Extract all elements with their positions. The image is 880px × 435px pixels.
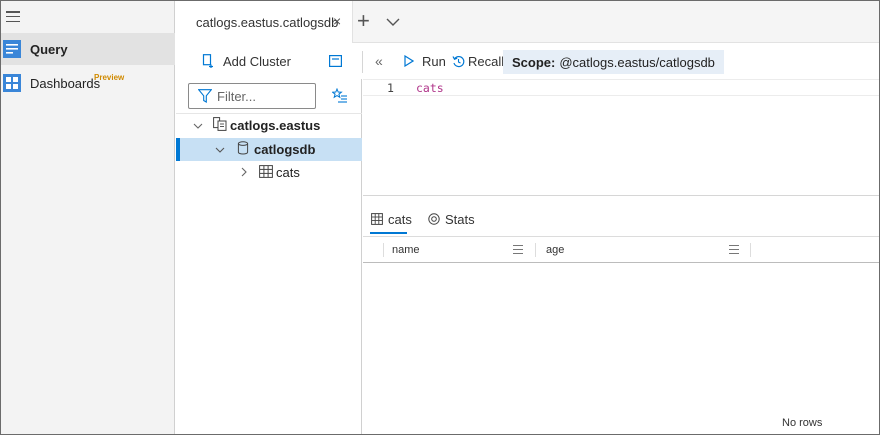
filter-box[interactable] <box>188 83 316 109</box>
column-menu-icon[interactable] <box>729 245 739 254</box>
query-tab-bar: catlogs.eastus.catlogsdb × + <box>176 1 879 43</box>
tree-node-database[interactable]: catlogsdb <box>176 138 362 161</box>
add-tab-icon[interactable]: + <box>357 10 370 32</box>
column-header-age[interactable]: age <box>546 237 564 263</box>
run-icon <box>404 55 414 67</box>
recall-label: Recall <box>468 53 505 69</box>
run-button[interactable]: Run <box>404 43 446 79</box>
column-name-label: name <box>392 244 420 256</box>
table-icon <box>259 165 273 178</box>
nav-label-dashboards: Dashboards <box>30 75 101 91</box>
recall-button[interactable]: Recall <box>452 43 504 79</box>
column-header-name[interactable]: name <box>392 237 420 263</box>
chevron-down-icon[interactable] <box>386 15 400 29</box>
preview-badge: Preview <box>94 73 125 82</box>
column-separator <box>535 243 536 257</box>
dashboards-icon <box>3 74 21 92</box>
collapse-label: « <box>375 53 383 69</box>
query-text[interactable]: cats <box>416 81 444 95</box>
tab-label: catlogs.eastus.catlogsdb <box>196 14 339 30</box>
column-separator <box>383 243 384 257</box>
editor-line: 1 cats <box>363 79 879 96</box>
hamburger-menu-icon[interactable] <box>6 11 20 22</box>
recall-icon <box>452 55 465 67</box>
chevron-down-icon[interactable] <box>193 121 203 131</box>
nav-label-query: Query <box>30 41 68 57</box>
query-icon <box>3 40 21 58</box>
tab-catlogsdb[interactable]: catlogs.eastus.catlogsdb × <box>176 1 353 43</box>
connection-tree-panel: catlogs.eastus catlogsdb cats <box>176 79 362 434</box>
database-label: catlogsdb <box>254 142 316 157</box>
run-label: Run <box>422 53 446 69</box>
cluster-icon <box>213 117 227 131</box>
scope-value: @catlogs.eastus/catlogsdb <box>559 54 715 70</box>
table-icon <box>371 213 383 225</box>
scope-label: Scope: <box>512 54 556 70</box>
cluster-label: catlogs.eastus <box>230 118 321 133</box>
tab-results-stats[interactable]: Stats <box>428 207 475 231</box>
add-cluster-label: Add Cluster <box>223 53 291 69</box>
toolbar-divider <box>362 51 363 73</box>
close-tab-icon[interactable]: × <box>333 14 341 28</box>
tree-node-cluster[interactable]: catlogs.eastus <box>176 114 362 137</box>
add-cluster-button[interactable]: Add Cluster <box>202 43 291 79</box>
collapse-panel-button[interactable]: « <box>375 43 383 79</box>
scope-indicator: Scope: @catlogs.eastus/catlogsdb <box>503 50 724 74</box>
chevron-down-icon[interactable] <box>215 145 225 155</box>
active-tab-indicator <box>370 232 407 234</box>
nav-item-query[interactable]: Query <box>1 33 175 65</box>
tree-node-table[interactable]: cats <box>176 161 362 184</box>
toolbar: Add Cluster « Run Recall Scope: @catlogs… <box>176 43 879 79</box>
results-tab-label: cats <box>388 211 412 227</box>
column-age-label: age <box>546 244 565 256</box>
stats-tab-label: Stats <box>445 211 475 227</box>
table-label: cats <box>276 165 300 180</box>
database-icon <box>237 141 249 155</box>
left-nav: Query Dashboards Preview <box>1 1 175 434</box>
line-number: 1 <box>387 81 394 95</box>
results-panel: cats Stats name age No rows <box>363 197 879 434</box>
stats-icon <box>428 213 440 225</box>
chevron-right-icon[interactable] <box>239 167 249 177</box>
add-cluster-icon <box>202 54 213 68</box>
empty-results-text: No rows <box>782 417 823 429</box>
nav-item-dashboards[interactable]: Dashboards Preview <box>1 67 175 99</box>
column-menu-icon[interactable] <box>513 245 523 254</box>
filter-input[interactable] <box>217 87 312 105</box>
favorites-filter-icon[interactable] <box>332 88 348 104</box>
column-separator <box>750 243 751 257</box>
query-editor[interactable]: 1 cats <box>363 79 879 196</box>
tab-results-cats[interactable]: cats <box>371 207 412 231</box>
results-grid-header: name age <box>363 236 879 263</box>
filter-icon <box>198 89 212 103</box>
panel-toggle-icon[interactable] <box>329 55 342 67</box>
